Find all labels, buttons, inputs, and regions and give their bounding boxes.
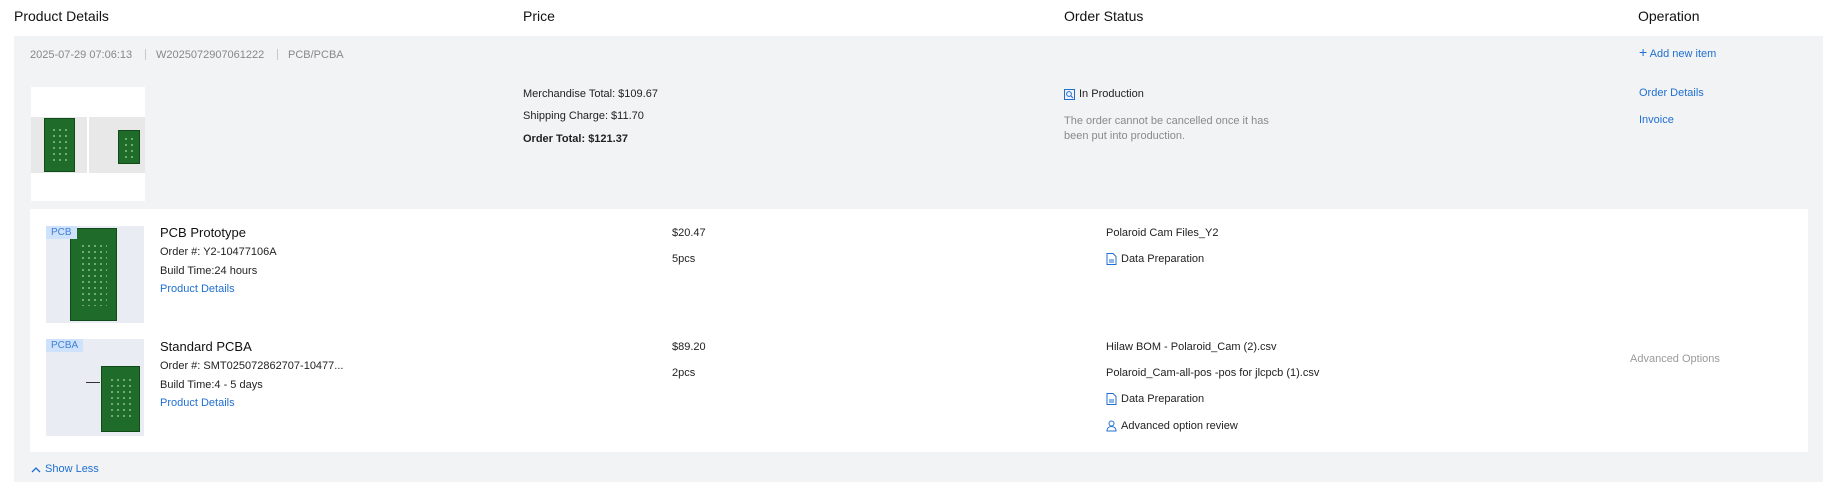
item-review-status: Advanced option review [1106, 420, 1238, 432]
invoice-link[interactable]: Invoice [1639, 114, 1674, 126]
item-review-status-text: Advanced option review [1121, 420, 1238, 432]
item-file-name[interactable]: Polaroid Cam Files_Y2 [1106, 227, 1219, 239]
header-price: Price [523, 8, 555, 24]
item-price: $20.47 [672, 227, 706, 239]
production-icon [1064, 88, 1075, 100]
user-icon [1106, 420, 1117, 432]
item-thumbnail: PCB [46, 226, 144, 323]
item-order-number: Order #: Y2-10477106A [160, 246, 277, 258]
pcba-board-image [118, 130, 140, 164]
header-operation: Operation [1638, 8, 1700, 24]
meta-divider [145, 49, 146, 60]
order-details-link[interactable]: Order Details [1639, 87, 1704, 99]
item-name: Standard PCBA [160, 339, 252, 354]
item-status-text: Data Preparation [1121, 253, 1205, 265]
document-icon [1106, 253, 1117, 266]
show-less-button[interactable]: Show Less [31, 463, 99, 475]
pcba-board-image [101, 366, 140, 432]
item-quantity: 2pcs [672, 367, 696, 379]
shipping-charge: Shipping Charge: $11.70 [523, 110, 644, 122]
thumbnail-pcb [31, 117, 87, 173]
header-order-status: Order Status [1064, 8, 1144, 24]
header-product-details: Product Details [14, 8, 109, 24]
show-less-label: Show Less [45, 463, 99, 475]
item-status: Data Preparation [1106, 393, 1205, 406]
item-type-tag: PCB [46, 226, 77, 239]
status-note-line-1: The order cannot be cancelled once it ha… [1064, 115, 1269, 127]
document-icon [1106, 393, 1117, 406]
pcb-board-image [70, 228, 117, 321]
order-datetime: 2025-07-29 07:06:13 [30, 49, 133, 61]
order-category: PCB/PCBA [288, 49, 344, 61]
status-note-line-2: been put into production. [1064, 130, 1186, 142]
cpl-file-name[interactable]: Polaroid_Cam-all-pos -pos for jlcpcb (1)… [1106, 367, 1319, 379]
plus-icon: + [1639, 44, 1648, 60]
bom-file-name[interactable]: Hilaw BOM - Polaroid_Cam (2).csv [1106, 341, 1277, 353]
meta-divider [277, 49, 278, 60]
advanced-options-button[interactable]: Advanced Options [1630, 353, 1720, 365]
item-build-time: Build Time:4 - 5 days [160, 379, 263, 391]
product-details-link[interactable]: Product Details [160, 283, 235, 295]
order-item-card [30, 209, 1808, 330]
item-price: $89.20 [672, 341, 706, 353]
add-new-item-button[interactable]: + Add new item [1639, 44, 1717, 60]
item-quantity: 5pcs [672, 253, 696, 265]
order-item-card [30, 330, 1808, 452]
thumbnail-pcba [89, 117, 145, 173]
product-details-link[interactable]: Product Details [160, 397, 235, 409]
order-total: Order Total: $121.37 [523, 133, 628, 145]
merchandise-total: Merchandise Total: $109.67 [523, 88, 658, 100]
pcb-board-image [44, 118, 75, 172]
item-type-tag: PCBA [46, 339, 84, 352]
cable-line [86, 382, 100, 383]
item-build-time: Build Time:24 hours [160, 265, 258, 277]
order-status-text: In Production [1079, 88, 1144, 100]
order-status: In Production [1064, 88, 1144, 100]
item-status-text: Data Preparation [1121, 393, 1205, 405]
order-thumbnails [31, 87, 145, 201]
item-order-number: Order #: SMT025072862707-10477... [160, 360, 344, 372]
item-status: Data Preparation [1106, 253, 1205, 266]
add-new-item-label: Add new item [1649, 48, 1717, 60]
item-thumbnail: PCBA [46, 339, 144, 436]
item-name: PCB Prototype [160, 225, 246, 240]
order-number: W2025072907061222 [156, 49, 265, 61]
chevron-up-icon [31, 466, 41, 473]
